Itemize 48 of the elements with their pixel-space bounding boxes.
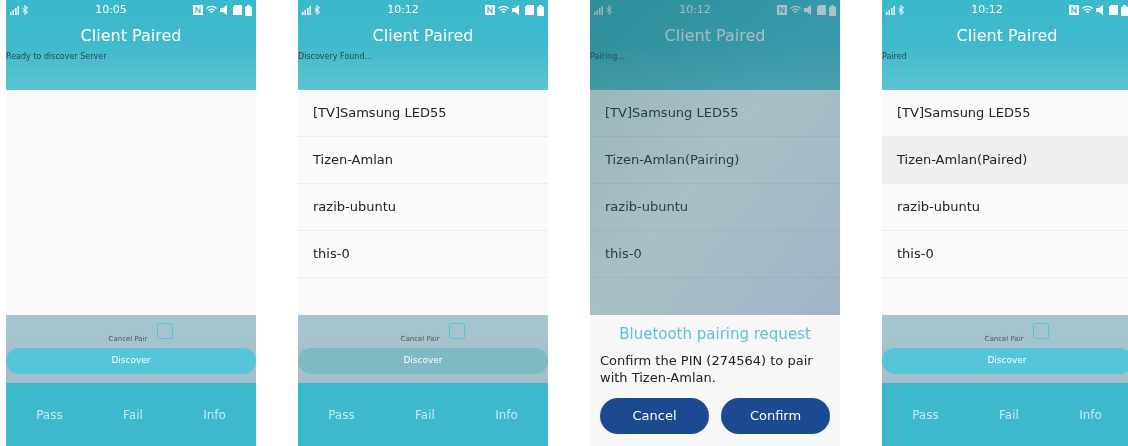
bluetooth-icon xyxy=(22,5,29,15)
nfc-icon xyxy=(485,5,495,15)
status-message: Ready to discover Server xyxy=(6,52,108,62)
bluetooth-icon xyxy=(606,5,613,15)
sd-card-icon xyxy=(1109,5,1118,15)
wifi-icon xyxy=(790,5,801,15)
signal-icon xyxy=(594,5,603,15)
nfc-icon xyxy=(1069,5,1079,15)
cancel-pair-checkbox[interactable] xyxy=(157,323,174,339)
clock-time: 10:12 xyxy=(971,1,1003,18)
mute-icon xyxy=(512,5,522,15)
dialog-button[interactable]: Cancel xyxy=(600,397,709,434)
dialog-title: Bluetooth pairing request xyxy=(619,324,811,345)
signal-icon xyxy=(302,5,311,15)
device-list-item[interactable]: Tizen-Amlan(Paired) xyxy=(882,137,1128,184)
mute-icon xyxy=(220,5,230,15)
sd-card-icon xyxy=(233,5,242,15)
bluetooth-icon xyxy=(314,5,321,15)
mute-icon xyxy=(1096,5,1106,15)
status-message: Paired xyxy=(882,52,908,62)
screen-title: Client Paired xyxy=(80,26,182,46)
nfc-icon xyxy=(777,5,787,15)
battery-icon xyxy=(245,4,252,16)
clock-time: 10:05 xyxy=(95,1,127,18)
signal-icon xyxy=(886,5,895,15)
battery-icon xyxy=(829,4,836,16)
battery-icon xyxy=(1121,4,1128,16)
battery-icon xyxy=(537,4,544,16)
bluetooth-icon xyxy=(898,5,905,15)
dialog-button[interactable]: Confirm xyxy=(721,397,830,434)
wifi-icon xyxy=(206,5,217,15)
wifi-icon xyxy=(1082,5,1093,15)
screen-title: Client Paired xyxy=(372,26,474,46)
signal-icon xyxy=(10,5,19,15)
clock-time: 10:12 xyxy=(679,1,711,18)
mute-icon xyxy=(804,5,814,15)
status-message: Discovery Found... xyxy=(298,52,374,62)
sd-card-icon xyxy=(817,5,826,15)
nfc-icon xyxy=(193,5,203,15)
screen-title: Client Paired xyxy=(956,26,1058,46)
cancel-pair-checkbox[interactable] xyxy=(449,323,466,339)
cancel-pair-checkbox[interactable] xyxy=(1033,323,1050,339)
clock-time: 10:12 xyxy=(387,1,419,18)
screen-title: Client Paired xyxy=(664,26,766,46)
dialog-message: Confirm the PIN (274564) to pair with Tizen-Amlan. xyxy=(600,351,814,386)
sd-card-icon xyxy=(525,5,534,15)
wifi-icon xyxy=(498,5,509,15)
status-message: Pairing... xyxy=(590,52,626,62)
